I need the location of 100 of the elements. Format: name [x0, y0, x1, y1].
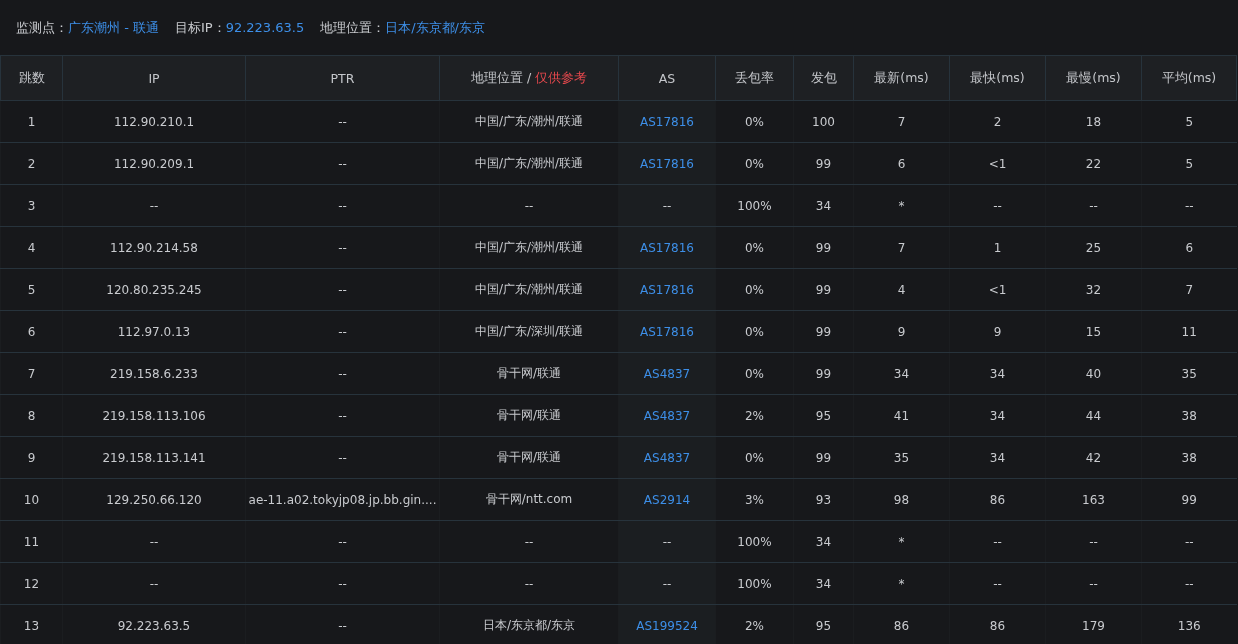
table-cell: 6 — [0, 310, 63, 353]
table-cell: 5 — [1141, 100, 1237, 143]
as-link[interactable]: AS17816 — [618, 268, 716, 311]
summary-label: 监测点： — [16, 18, 68, 37]
table-cell: 100% — [715, 562, 794, 605]
as-link[interactable]: AS4837 — [618, 436, 716, 479]
table-cell: 5 — [0, 268, 63, 311]
table-cell: -- — [62, 520, 246, 563]
as-link[interactable]: AS17816 — [618, 142, 716, 185]
table-cell: 6 — [1141, 226, 1237, 269]
table-cell: * — [853, 520, 950, 563]
table-cell: 112.97.0.13 — [62, 310, 246, 353]
column-header: 最慢(ms) — [1045, 55, 1142, 101]
table-cell: 34 — [793, 520, 854, 563]
table-cell: * — [853, 562, 950, 605]
table-cell: 95 — [793, 394, 854, 437]
table-cell: 4 — [0, 226, 63, 269]
table-cell: 99 — [793, 268, 854, 311]
table-cell: 219.158.113.106 — [62, 394, 246, 437]
table-cell: 99 — [1141, 478, 1237, 521]
table-cell: 1 — [0, 100, 63, 143]
table-cell: <1 — [949, 142, 1046, 185]
table-cell: 11 — [1141, 310, 1237, 353]
table-cell: 12 — [0, 562, 63, 605]
table-cell: 6 — [853, 142, 950, 185]
table-cell: -- — [245, 520, 440, 563]
table-cell: 42 — [1045, 436, 1142, 479]
table-cell: 112.90.210.1 — [62, 100, 246, 143]
table-cell: 99 — [793, 226, 854, 269]
table-cell: 34 — [949, 352, 1046, 395]
table-cell: -- — [949, 184, 1046, 227]
table-cell: 35 — [853, 436, 950, 479]
as-link[interactable]: AS2914 — [618, 478, 716, 521]
table-cell: 129.250.66.120 — [62, 478, 246, 521]
table-cell: 34 — [949, 436, 1046, 479]
column-header: 平均(ms) — [1141, 55, 1237, 101]
table-cell: 99 — [793, 142, 854, 185]
table-cell: 18 — [1045, 100, 1142, 143]
table-cell: 9 — [853, 310, 950, 353]
column-header: 最新(ms) — [853, 55, 950, 101]
summary-value: 92.223.63.5 — [225, 20, 305, 35]
table-cell: -- — [1141, 562, 1237, 605]
table-cell: 86 — [949, 478, 1046, 521]
column-header: 丢包率 — [715, 55, 794, 101]
table-cell: -- — [245, 394, 440, 437]
summary-value: 日本/东京都/东京 — [385, 18, 485, 37]
column-header: 发包 — [793, 55, 854, 101]
summary-label: 地理位置： — [320, 18, 386, 37]
table-cell: -- — [245, 352, 440, 395]
table-cell: 100 — [793, 100, 854, 143]
table-cell: -- — [1045, 520, 1142, 563]
table-cell: 40 — [1045, 352, 1142, 395]
as-link[interactable]: AS199524 — [618, 604, 716, 644]
table-cell: 34 — [949, 394, 1046, 437]
table-cell: 99 — [793, 436, 854, 479]
as-link[interactable]: AS17816 — [618, 226, 716, 269]
table-cell: 4 — [853, 268, 950, 311]
table-cell: 32 — [1045, 268, 1142, 311]
summary-label: 目标IP： — [174, 18, 226, 37]
table-cell: -- — [245, 268, 440, 311]
table-cell: -- — [245, 562, 440, 605]
table-cell: 34 — [793, 184, 854, 227]
table-cell: 34 — [853, 352, 950, 395]
table-cell: -- — [618, 184, 716, 227]
table-cell: -- — [62, 562, 246, 605]
table-cell: -- — [245, 436, 440, 479]
table-cell: 0% — [715, 436, 794, 479]
table-cell: 2 — [0, 142, 63, 185]
table-cell: 5 — [1141, 142, 1237, 185]
table-cell: 0% — [715, 310, 794, 353]
as-link[interactable]: AS4837 — [618, 394, 716, 437]
table-cell: -- — [618, 520, 716, 563]
table-cell: 7 — [853, 100, 950, 143]
table-cell: 7 — [853, 226, 950, 269]
table-cell: -- — [245, 184, 440, 227]
table-cell: 100% — [715, 184, 794, 227]
table-cell: 0% — [715, 142, 794, 185]
table-cell: 9 — [0, 436, 63, 479]
table-cell: 41 — [853, 394, 950, 437]
table-cell: -- — [245, 100, 440, 143]
table-cell: -- — [1045, 184, 1142, 227]
table-cell: 8 — [0, 394, 63, 437]
table-cell: 9 — [949, 310, 1046, 353]
table-cell: -- — [949, 520, 1046, 563]
table-cell: 0% — [715, 268, 794, 311]
table-cell: -- — [949, 562, 1046, 605]
table-cell: 38 — [1141, 436, 1237, 479]
table-cell: 112.90.209.1 — [62, 142, 246, 185]
table-cell: 163 — [1045, 478, 1142, 521]
as-link[interactable]: AS4837 — [618, 352, 716, 395]
table-cell: 99 — [793, 310, 854, 353]
as-link[interactable]: AS17816 — [618, 100, 716, 143]
table-cell: 3% — [715, 478, 794, 521]
table-cell: 219.158.113.141 — [62, 436, 246, 479]
table-cell: -- — [618, 562, 716, 605]
table-cell: 7 — [1141, 268, 1237, 311]
table-cell: 120.80.235.245 — [62, 268, 246, 311]
column-header: 跳数 — [0, 55, 63, 101]
table-cell: * — [853, 184, 950, 227]
as-link[interactable]: AS17816 — [618, 310, 716, 353]
